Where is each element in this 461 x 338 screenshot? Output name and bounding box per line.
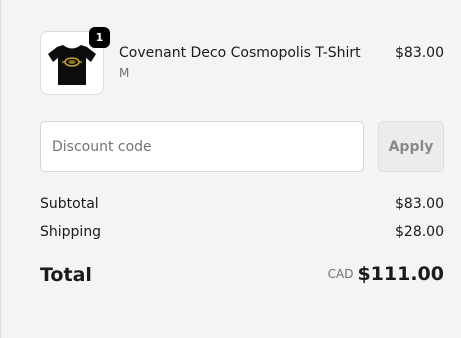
subtotal-value: $83.00	[395, 196, 444, 212]
shipping-label: Shipping	[40, 224, 102, 240]
subtotal-label: Subtotal	[40, 196, 99, 212]
total-price: CAD $111.00	[328, 263, 444, 285]
line-item-price: $83.00	[395, 45, 444, 61]
quantity-badge: 1	[89, 27, 110, 48]
shipping-value: $28.00	[395, 224, 444, 240]
cart-line-item: 1 Covenant Deco Cosmopolis T-Shirt M $83…	[40, 27, 444, 97]
product-name: Covenant Deco Cosmopolis T-Shirt	[119, 45, 361, 61]
product-variant: M	[119, 66, 130, 80]
currency-code: CAD	[327, 267, 354, 281]
total-label: Total	[40, 264, 92, 286]
discount-code-input[interactable]	[40, 121, 364, 172]
apply-discount-button[interactable]: Apply	[378, 121, 444, 172]
total-row: Total CAD $111.00	[40, 263, 444, 289]
total-amount: $111.00	[357, 263, 444, 285]
